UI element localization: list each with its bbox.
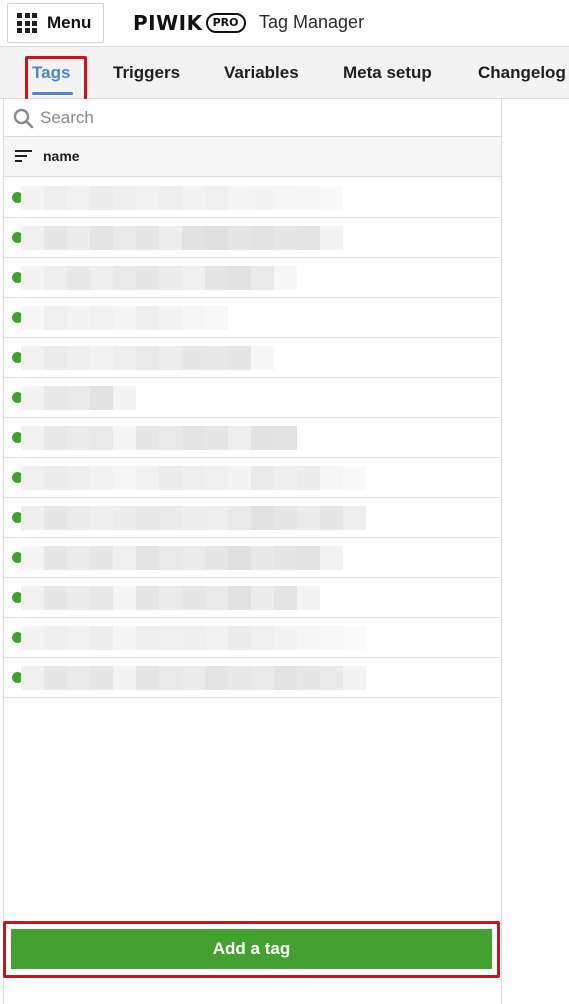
blurred-tag-name: [21, 626, 366, 650]
list-item[interactable]: [4, 618, 501, 658]
list-item[interactable]: [4, 578, 501, 618]
list-item[interactable]: [4, 378, 501, 418]
list-item[interactable]: [4, 218, 501, 258]
tags-tab-highlight: [25, 56, 87, 104]
search-input[interactable]: [40, 105, 490, 131]
tab-meta-setup[interactable]: Meta setup: [343, 47, 432, 99]
grid-icon: [17, 13, 37, 33]
menu-button[interactable]: Menu: [7, 3, 104, 43]
name-column-header[interactable]: name: [43, 148, 80, 164]
tab-variables[interactable]: Variables: [224, 47, 299, 99]
list-item[interactable]: [4, 338, 501, 378]
list-item[interactable]: [4, 458, 501, 498]
list-item[interactable]: [4, 178, 501, 218]
blurred-tag-name: [21, 226, 343, 250]
add-tag-button[interactable]: Add a tag: [11, 929, 492, 969]
column-header-row[interactable]: name: [4, 137, 501, 177]
list-item[interactable]: [4, 258, 501, 298]
blurred-tag-name: [21, 466, 366, 490]
top-bar: Menu PIWIK PRO Tag Manager: [0, 0, 569, 46]
logo-badge: PRO: [205, 13, 246, 33]
list-item[interactable]: [4, 298, 501, 338]
list-item[interactable]: [4, 418, 501, 458]
app-name: Tag Manager: [259, 12, 365, 32]
blurred-tag-name: [21, 186, 343, 210]
blurred-tag-name: [21, 546, 343, 570]
menu-label: Menu: [47, 13, 92, 32]
blurred-tag-name: [21, 266, 297, 290]
logo-word: PIWIK: [133, 11, 203, 35]
sort-icon[interactable]: [15, 150, 32, 163]
add-tag-highlight: Add a tag: [3, 921, 500, 978]
piwik-pro-logo: PIWIK PRO: [133, 11, 246, 35]
list-item[interactable]: [4, 538, 501, 578]
blurred-tag-name: [21, 386, 136, 410]
blurred-tag-name: [21, 586, 320, 610]
blurred-tag-name: [21, 666, 366, 690]
search-bar: [4, 99, 501, 137]
list-item[interactable]: [4, 498, 501, 538]
blurred-tag-name: [21, 426, 343, 450]
list-item[interactable]: [4, 658, 501, 698]
tags-panel: name: [3, 99, 502, 1004]
blurred-tag-name: [21, 506, 366, 530]
blurred-tag-name: [21, 306, 228, 330]
blurred-tag-name: [21, 346, 274, 370]
search-icon: [13, 108, 34, 129]
tag-list: [4, 178, 501, 698]
tab-changelog[interactable]: Changelog: [478, 47, 566, 99]
tab-triggers[interactable]: Triggers: [113, 47, 180, 99]
